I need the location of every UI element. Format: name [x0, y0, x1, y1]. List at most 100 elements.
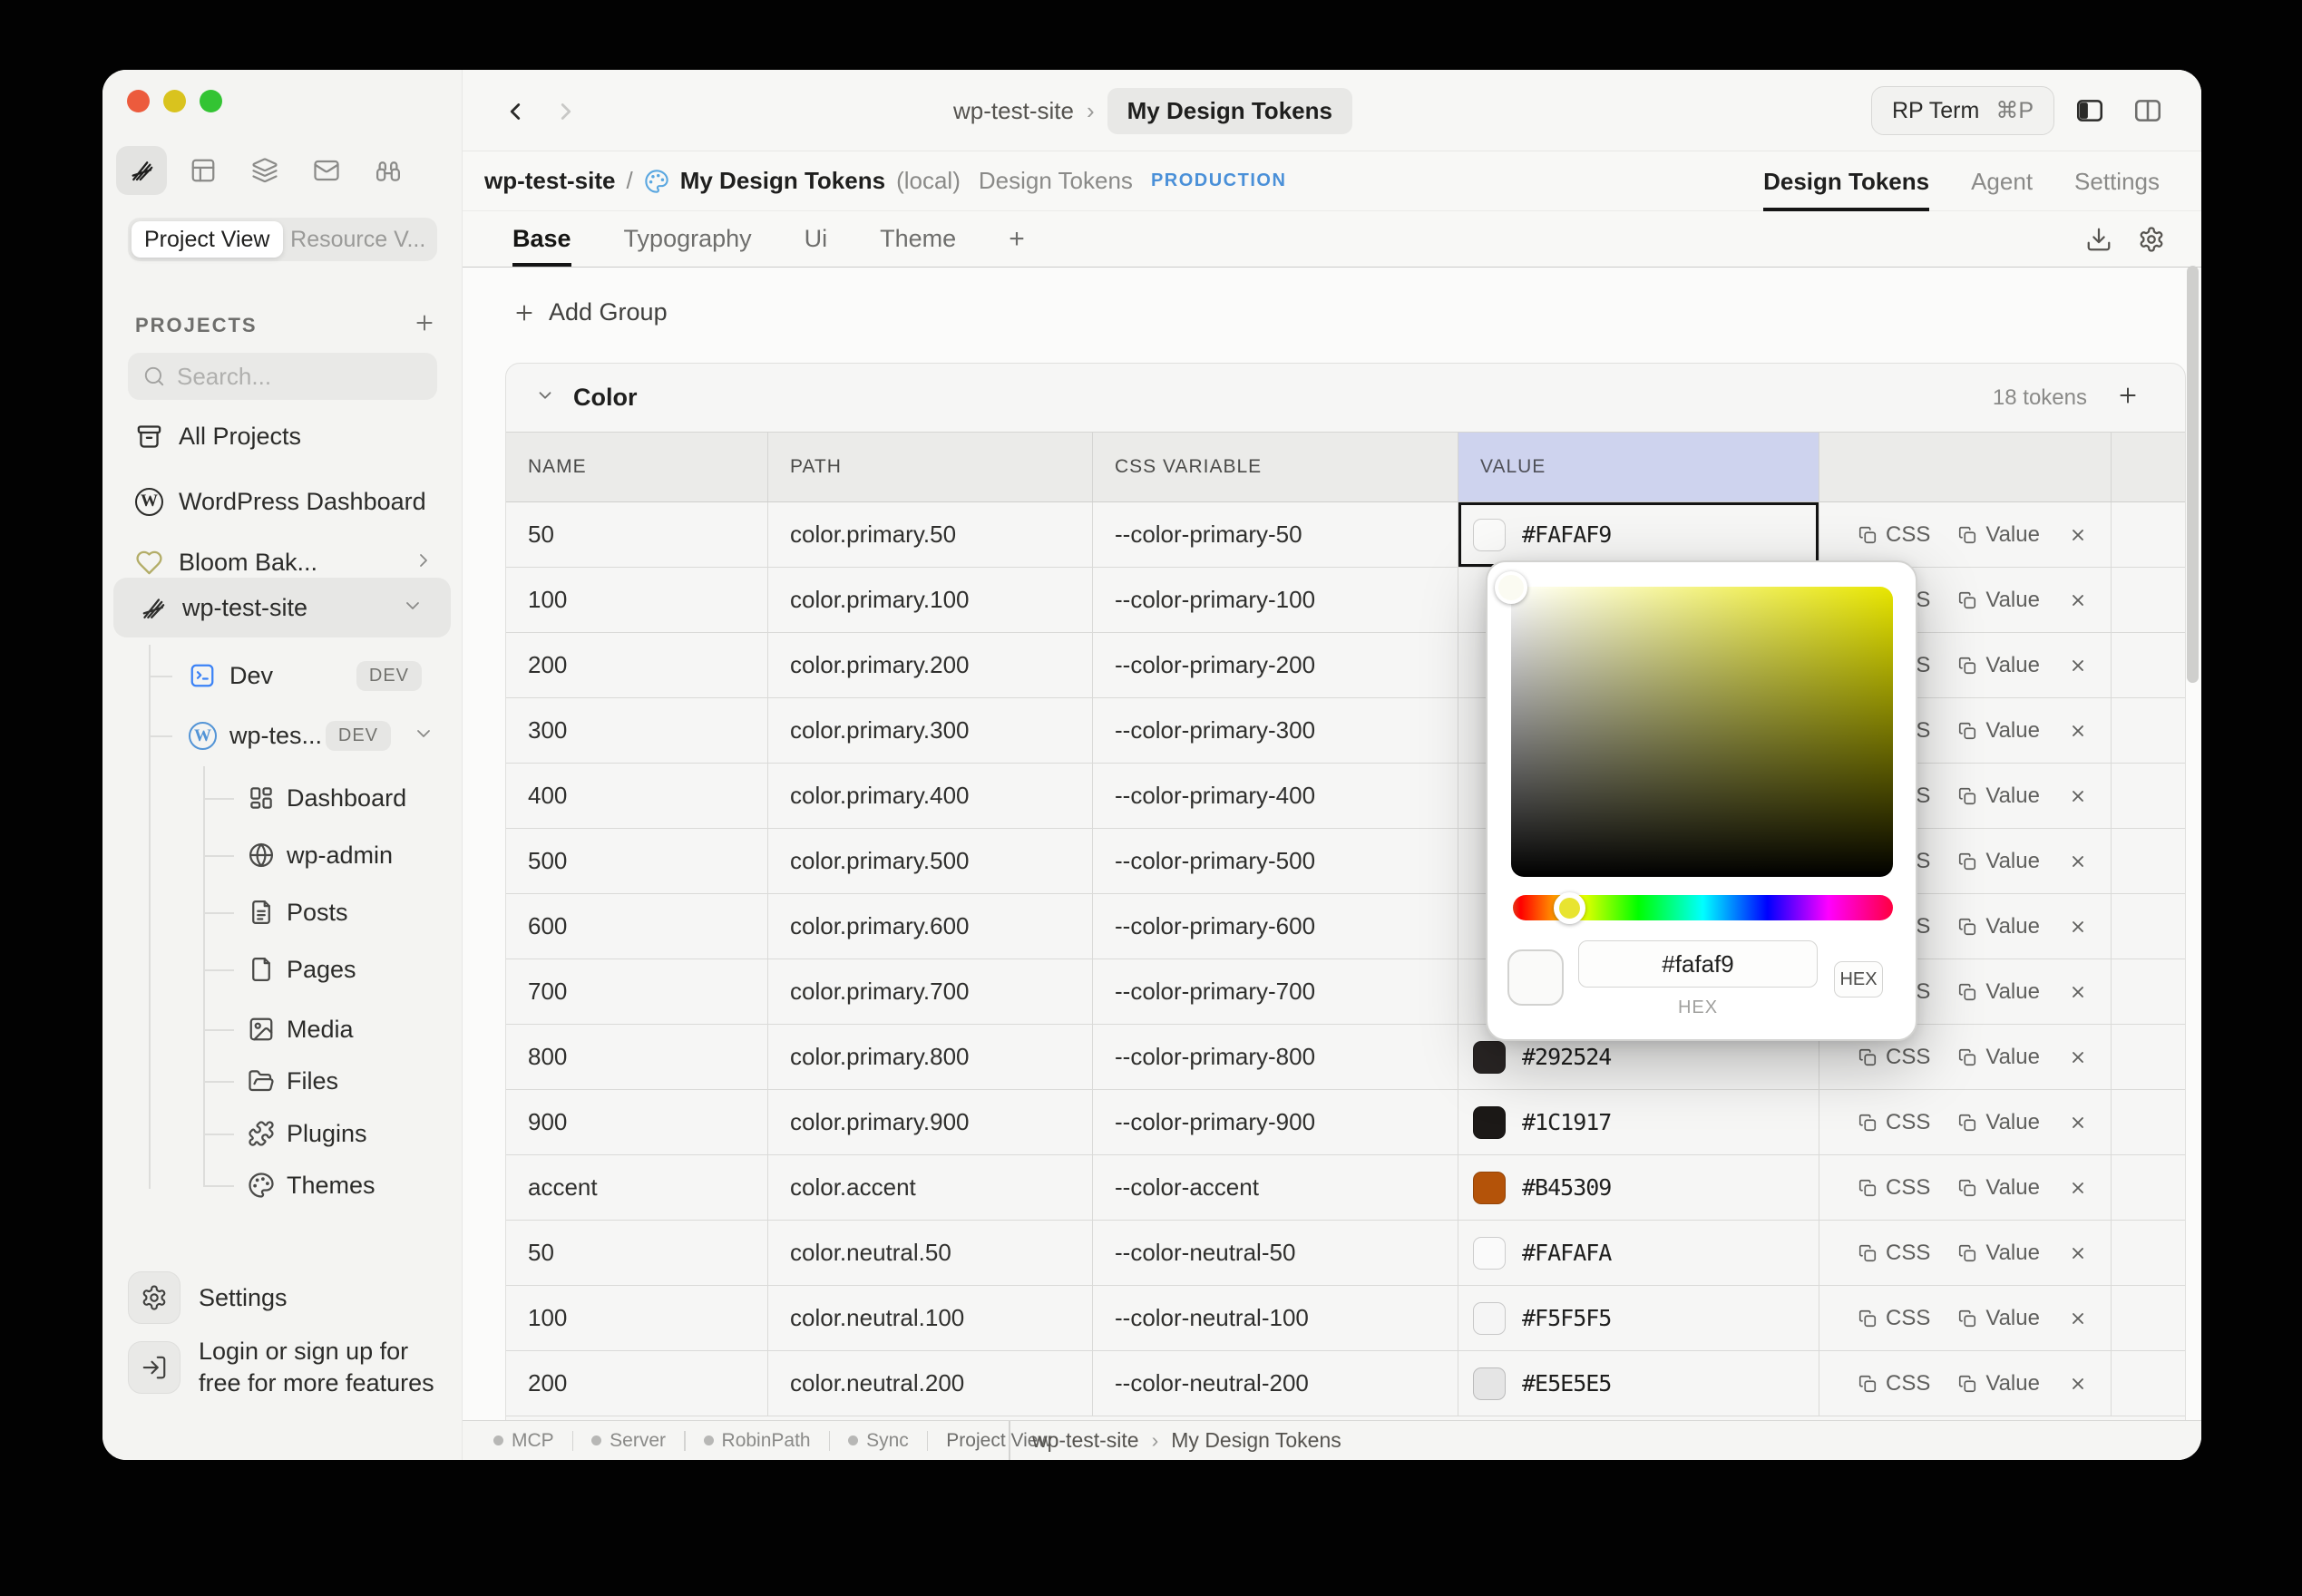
login-label[interactable]: Login or sign up for free for more featu…: [199, 1336, 439, 1399]
token-css-variable-cell[interactable]: --color-neutral-50: [1092, 1221, 1458, 1285]
token-path-cell[interactable]: color.primary.100: [767, 568, 1092, 632]
token-css-variable-cell[interactable]: --color-primary-900: [1092, 1090, 1458, 1154]
saturation-thumb[interactable]: [1495, 571, 1527, 604]
copy-value-button[interactable]: Value: [1957, 653, 2040, 678]
status-indicator-sync[interactable]: Sync: [848, 1430, 909, 1452]
copy-css-button[interactable]: CSS: [1858, 1371, 1930, 1396]
token-value-cell[interactable]: #FAFAFA: [1458, 1221, 1819, 1285]
token-path-cell[interactable]: color.primary.700: [767, 959, 1092, 1024]
delete-token-button[interactable]: [2067, 785, 2089, 807]
token-css-variable-cell[interactable]: --color-accent: [1092, 1155, 1458, 1220]
rail-layout-button[interactable]: [178, 146, 229, 195]
add-token-button[interactable]: [2116, 384, 2140, 412]
chevron-down-icon[interactable]: [402, 595, 424, 621]
token-name-cell[interactable]: 700: [506, 959, 767, 1024]
copy-css-button[interactable]: CSS: [1858, 1110, 1930, 1135]
add-group-button[interactable]: Add Group: [512, 298, 668, 326]
token-name-cell[interactable]: 100: [506, 568, 767, 632]
title-project[interactable]: wp-test-site: [953, 97, 1074, 125]
copy-value-button[interactable]: Value: [1957, 522, 2040, 548]
sidebar-item-wordpress-dashboard[interactable]: WWordPress Dashboard: [102, 474, 462, 529]
copy-value-button[interactable]: Value: [1957, 1045, 2040, 1070]
rail-layers-button[interactable]: [239, 146, 290, 195]
token-name-cell[interactable]: 200: [506, 633, 767, 697]
rail-binoculars-button[interactable]: [363, 146, 414, 195]
copy-value-button[interactable]: Value: [1957, 979, 2040, 1005]
title-page-pill[interactable]: My Design Tokens: [1107, 88, 1352, 134]
token-path-cell[interactable]: color.primary.500: [767, 829, 1092, 893]
color-swatch[interactable]: [1473, 1367, 1506, 1400]
copy-value-button[interactable]: Value: [1957, 914, 2040, 939]
color-swatch[interactable]: [1473, 1172, 1506, 1204]
tab-design-tokens[interactable]: Design Tokens: [1763, 151, 1929, 211]
token-css-variable-cell[interactable]: --color-primary-300: [1092, 698, 1458, 763]
token-name-cell[interactable]: 50: [506, 502, 767, 567]
toggle-split-view-button[interactable]: [2132, 95, 2169, 128]
copy-value-button[interactable]: Value: [1957, 783, 2040, 809]
settings-button[interactable]: [128, 1271, 180, 1324]
tree-item-posts[interactable]: Posts: [102, 887, 462, 938]
delete-token-button[interactable]: [2067, 655, 2089, 676]
token-value-cell[interactable]: #F5F5F5: [1458, 1286, 1819, 1350]
saturation-area[interactable]: [1511, 587, 1893, 877]
tree-item-files[interactable]: Files: [102, 1056, 462, 1106]
token-css-variable-cell[interactable]: --color-primary-200: [1092, 633, 1458, 697]
token-value-cell[interactable]: #FAFAF9: [1458, 502, 1819, 567]
token-value-cell[interactable]: #E5E5E5: [1458, 1351, 1819, 1416]
delete-token-button[interactable]: [2067, 981, 2089, 1003]
add-token-set-button[interactable]: +: [1009, 211, 1025, 267]
status-indicator-robinpath[interactable]: RobinPath: [704, 1430, 811, 1452]
copy-css-button[interactable]: CSS: [1858, 1045, 1930, 1070]
token-name-cell[interactable]: 900: [506, 1090, 767, 1154]
token-path-cell[interactable]: color.primary.800: [767, 1025, 1092, 1089]
copy-value-button[interactable]: Value: [1957, 588, 2040, 613]
chevron-down-icon[interactable]: [413, 723, 434, 749]
column-header-value[interactable]: VALUE: [1458, 433, 1819, 501]
collapse-group-button[interactable]: [535, 385, 555, 410]
hue-thumb[interactable]: [1554, 892, 1585, 924]
zoom-window-button[interactable]: [200, 90, 222, 112]
copy-value-button[interactable]: Value: [1957, 718, 2040, 744]
token-set-tab-theme[interactable]: Theme: [880, 211, 956, 267]
breadcrumb-project[interactable]: wp-test-site: [484, 167, 615, 195]
delete-token-button[interactable]: [2067, 1242, 2089, 1264]
copy-value-button[interactable]: Value: [1957, 1175, 2040, 1201]
status-indicator-server[interactable]: Server: [591, 1430, 666, 1452]
token-path-cell[interactable]: color.primary.300: [767, 698, 1092, 763]
token-css-variable-cell[interactable]: --color-neutral-100: [1092, 1286, 1458, 1350]
add-project-button[interactable]: [413, 311, 436, 339]
token-path-cell[interactable]: color.primary.400: [767, 764, 1092, 828]
token-name-cell[interactable]: 400: [506, 764, 767, 828]
copy-value-button[interactable]: Value: [1957, 1306, 2040, 1331]
token-set-tab-typography[interactable]: Typography: [624, 211, 752, 267]
color-swatch[interactable]: [1473, 1302, 1506, 1335]
token-name-cell[interactable]: 800: [506, 1025, 767, 1089]
token-path-cell[interactable]: color.primary.50: [767, 502, 1092, 567]
copy-value-button[interactable]: Value: [1957, 1241, 2040, 1266]
token-set-tab-ui[interactable]: Ui: [805, 211, 828, 267]
token-name-cell[interactable]: 600: [506, 894, 767, 959]
copy-css-button[interactable]: CSS: [1858, 1175, 1930, 1201]
color-swatch[interactable]: [1473, 1106, 1506, 1139]
delete-token-button[interactable]: [2067, 524, 2089, 546]
tree-item-pages[interactable]: Pages: [102, 944, 462, 995]
toggle-left-panel-button[interactable]: [2074, 95, 2111, 128]
token-css-variable-cell[interactable]: --color-primary-100: [1092, 568, 1458, 632]
color-swatch[interactable]: [1473, 1237, 1506, 1270]
token-name-cell[interactable]: 500: [506, 829, 767, 893]
copy-css-button[interactable]: CSS: [1858, 1306, 1930, 1331]
rail-mail-button[interactable]: [301, 146, 352, 195]
search-input[interactable]: [177, 363, 423, 391]
resource-view-toggle[interactable]: Resource V...: [283, 221, 434, 258]
delete-token-button[interactable]: [2067, 1308, 2089, 1329]
delete-token-button[interactable]: [2067, 916, 2089, 938]
token-path-cell[interactable]: color.accent: [767, 1155, 1092, 1220]
project-view-toggle[interactable]: Project View: [132, 221, 283, 258]
column-header-name[interactable]: NAME: [506, 433, 767, 501]
scrollbar-thumb[interactable]: [2187, 266, 2199, 683]
token-css-variable-cell[interactable]: --color-primary-50: [1092, 502, 1458, 567]
token-css-variable-cell[interactable]: --color-neutral-200: [1092, 1351, 1458, 1416]
token-path-cell[interactable]: color.neutral.200: [767, 1351, 1092, 1416]
copy-value-button[interactable]: Value: [1957, 1371, 2040, 1396]
tree-item-media[interactable]: Media: [102, 1004, 462, 1055]
